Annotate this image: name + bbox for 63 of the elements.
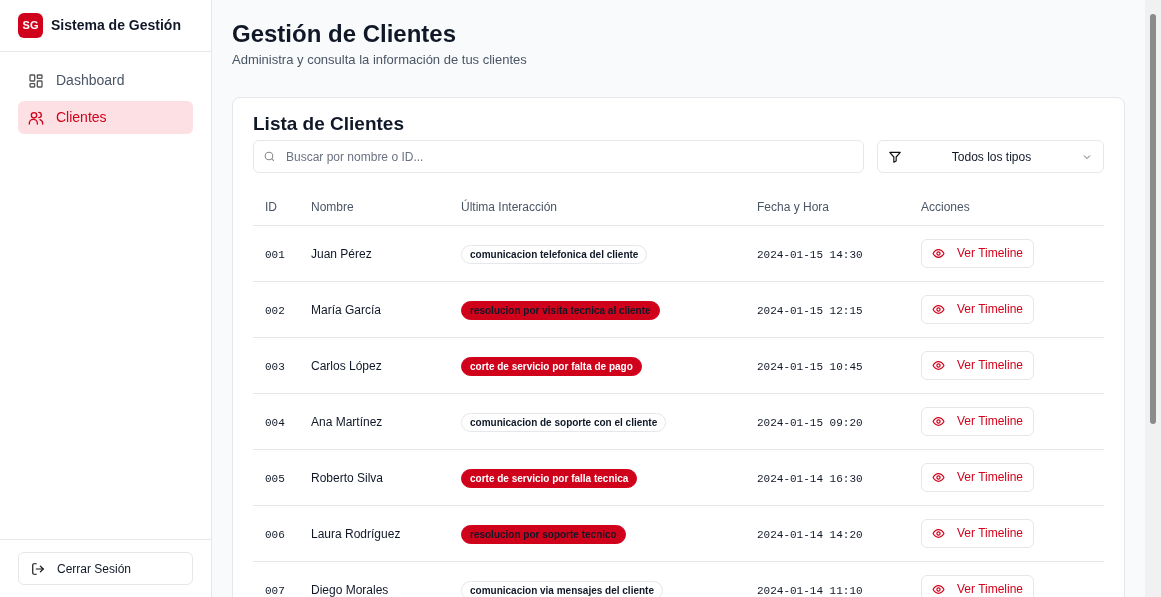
view-timeline-button[interactable]: Ver Timeline <box>921 406 1035 436</box>
users-icon <box>28 109 44 126</box>
view-timeline-button[interactable]: Ver Timeline <box>921 574 1035 597</box>
scrollbar[interactable] <box>1145 0 1161 597</box>
datetime-cell: 2024-01-14 11:10 <box>757 585 863 597</box>
datetime-cell: 2024-01-15 10:45 <box>757 361 863 373</box>
view-timeline-button[interactable]: Ver Timeline <box>921 294 1035 324</box>
name-cell: Ana Martínez <box>311 415 383 429</box>
id-cell: 007 <box>265 585 285 597</box>
column-header: Fecha y Hora <box>757 199 830 214</box>
column-header: ID <box>265 199 277 214</box>
card-title: Lista de Clientes <box>253 111 405 136</box>
name-cell: Carlos López <box>311 359 382 373</box>
interaction-badge: corte de servicio por falla tecnica <box>461 469 638 488</box>
interaction-badge: corte de servicio por falta de pago <box>461 357 642 376</box>
id-cell: 004 <box>265 417 285 429</box>
filter-icon <box>888 149 902 164</box>
datetime-cell: 2024-01-15 09:20 <box>757 417 863 429</box>
eye-icon <box>932 582 945 596</box>
interaction-badge: resolucion por soporte tecnico <box>461 525 626 544</box>
datetime-cell: 2024-01-14 16:30 <box>757 473 863 485</box>
column-header: Última Interacción <box>461 199 558 214</box>
view-timeline-button[interactable]: Ver Timeline <box>921 462 1035 492</box>
interaction-badge: comunicacion de soporte con el cliente <box>461 413 667 432</box>
name-cell: Roberto Silva <box>311 471 384 485</box>
name-cell: María García <box>311 303 382 317</box>
eye-icon <box>932 526 945 540</box>
name-cell: Diego Morales <box>311 583 389 597</box>
view-timeline-button[interactable]: Ver Timeline <box>921 350 1035 380</box>
name-cell: Laura Rodríguez <box>311 527 401 541</box>
id-cell: 001 <box>265 249 285 261</box>
eye-icon <box>932 302 945 316</box>
datetime-cell: 2024-01-15 12:15 <box>757 305 863 317</box>
datetime-cell: 2024-01-15 14:30 <box>757 249 863 261</box>
eye-icon <box>932 358 945 372</box>
eye-icon <box>932 414 945 428</box>
sidebar-item[interactable]: Dashboard <box>18 64 193 97</box>
logout-button[interactable]: Cerrar Sesión <box>18 552 193 585</box>
column-header: Nombre <box>311 199 354 214</box>
id-cell: 003 <box>265 361 285 373</box>
eye-icon <box>932 246 945 260</box>
interaction-badge: comunicacion via mensajes del cliente <box>461 581 663 597</box>
view-timeline-button[interactable]: Ver Timeline <box>921 238 1035 268</box>
interaction-badge: resolucion por visita tecnica al cliente <box>461 301 660 320</box>
eye-icon <box>932 470 945 484</box>
view-timeline-button[interactable]: Ver Timeline <box>921 518 1035 548</box>
id-cell: 006 <box>265 529 285 541</box>
id-cell: 002 <box>265 305 285 317</box>
search-icon <box>263 150 276 163</box>
type-dropdown[interactable]: Todos los tipos <box>877 140 1104 173</box>
interaction-badge: comunicacion telefonica del cliente <box>461 245 648 264</box>
grid-icon <box>28 72 44 89</box>
search-field[interactable]: Buscar por nombre o ID... <box>253 140 864 173</box>
sidebar-item[interactable]: Clientes <box>18 101 193 134</box>
id-cell: 005 <box>265 473 285 485</box>
page-subtitle: Administra y consulta la información de tus clientes <box>232 51 528 69</box>
app-title: Sistema de Gestión <box>51 16 181 35</box>
logout-icon <box>31 561 45 576</box>
logo: SG <box>18 13 43 38</box>
column-header: Acciones <box>921 199 970 214</box>
name-cell: Juan Pérez <box>311 247 372 261</box>
page-title: Gestión de Clientes <box>232 20 458 48</box>
datetime-cell: 2024-01-14 14:20 <box>757 529 863 541</box>
